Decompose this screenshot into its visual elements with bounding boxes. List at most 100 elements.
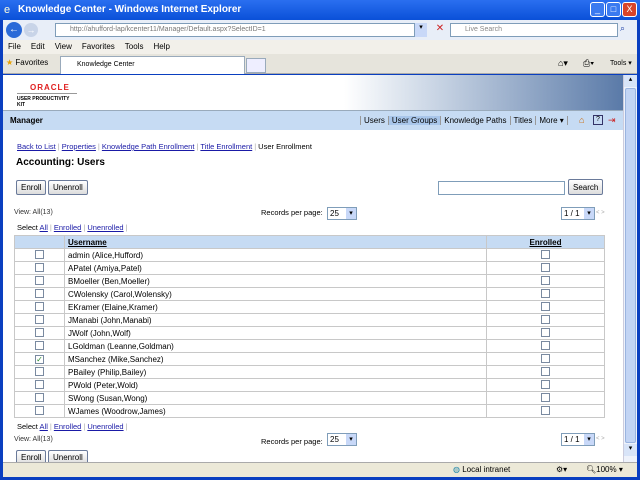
nav-user-groups[interactable]: User Groups: [387, 116, 441, 125]
enrolled-checkbox[interactable]: [541, 366, 550, 376]
select-unenrolled-link[interactable]: Unenrolled: [87, 422, 123, 431]
search-button[interactable]: Search: [568, 179, 604, 195]
properties-link[interactable]: Properties: [62, 142, 96, 151]
row-select-checkbox[interactable]: [35, 262, 44, 272]
unenroll-button[interactable]: Unenroll: [48, 180, 88, 195]
nav-users[interactable]: Users: [360, 116, 388, 125]
row-select-checkbox[interactable]: [35, 314, 44, 324]
nav-more[interactable]: More ▾: [535, 116, 568, 125]
knowledge-path-enrollment-link[interactable]: Knowledge Path Enrollment: [102, 142, 195, 151]
search-input[interactable]: [438, 181, 565, 195]
username-column-header[interactable]: Username: [64, 235, 487, 249]
enrolled-checkbox[interactable]: [541, 340, 550, 350]
logout-icon[interactable]: ⇥: [608, 115, 616, 126]
select-label: Select: [17, 223, 38, 232]
unenroll-button-bottom[interactable]: Unenroll: [48, 450, 88, 462]
nav-knowledge-paths[interactable]: Knowledge Paths: [440, 116, 510, 125]
enroll-button[interactable]: Enroll: [16, 180, 47, 195]
row-select-checkbox[interactable]: [35, 327, 44, 337]
home-icon[interactable]: ⌂▾: [558, 58, 568, 69]
enrolled-checkbox[interactable]: [541, 314, 550, 324]
menu-tools[interactable]: Tools: [125, 42, 144, 51]
row-select-cell: [14, 248, 65, 262]
row-select-checkbox[interactable]: [35, 392, 44, 402]
title-enrollment-link[interactable]: Title Enrollment: [200, 142, 252, 151]
maximize-button[interactable]: □: [606, 2, 621, 17]
row-select-checkbox[interactable]: [35, 288, 44, 298]
scroll-thumb[interactable]: [625, 88, 636, 443]
back-icon[interactable]: ←: [6, 22, 22, 38]
enrolled-checkbox[interactable]: [541, 392, 550, 402]
tools-button[interactable]: Tools ▾: [610, 59, 632, 67]
enrolled-checkbox[interactable]: [541, 353, 550, 363]
enrolled-checkbox[interactable]: [541, 275, 550, 285]
menu-view[interactable]: View: [55, 42, 72, 51]
address-bar-row: ← → http://ahufford-lap/kcenter11/Manage…: [3, 20, 637, 40]
enrolled-checkbox[interactable]: [541, 262, 550, 272]
tab-knowledge-center[interactable]: Knowledge Center: [60, 56, 245, 74]
row-select-checkbox[interactable]: [35, 366, 44, 376]
row-select-checkbox[interactable]: [35, 405, 44, 415]
search-go-icon[interactable]: ⌕: [620, 23, 634, 37]
row-select-checkbox[interactable]: ✓: [35, 354, 44, 364]
favorites-button[interactable]: ★ Favorites: [6, 58, 48, 67]
select-all-link[interactable]: All: [40, 422, 48, 431]
menu-file[interactable]: File: [8, 42, 21, 51]
zoom-control[interactable]: 🔍︎100% ▾: [586, 463, 623, 477]
row-select-cell: [14, 391, 65, 405]
username-cell: JWolf (John,Wolf): [64, 326, 487, 340]
enroll-button-bottom[interactable]: Enroll: [16, 450, 47, 462]
select-enrolled-link[interactable]: Enrolled: [54, 223, 82, 232]
enrolled-checkbox[interactable]: [541, 249, 550, 259]
refresh-icon[interactable]: [419, 23, 431, 37]
back-to-list-link[interactable]: Back to List: [17, 142, 56, 151]
select-all-link[interactable]: All: [40, 223, 48, 232]
live-search-input[interactable]: Live Search: [450, 23, 618, 37]
records-per-page-select-bottom[interactable]: 25 ▾: [327, 433, 357, 446]
enrolled-checkbox[interactable]: [541, 288, 550, 298]
chevron-down-icon: ▾: [584, 208, 594, 219]
username-cell: EKramer (Elaine,Kramer): [64, 300, 487, 314]
pager-arrows[interactable]: < >: [596, 210, 605, 216]
row-select-checkbox[interactable]: [35, 340, 44, 350]
nav-more-label: More: [539, 116, 558, 125]
row-select-checkbox[interactable]: [35, 249, 44, 259]
vertical-scrollbar[interactable]: ▴ ▾: [623, 75, 637, 462]
url-input[interactable]: http://ahufford-lap/kcenter11/Manager/De…: [55, 23, 415, 37]
new-tab-button[interactable]: [246, 58, 266, 73]
row-select-checkbox[interactable]: [35, 301, 44, 311]
menu-edit[interactable]: Edit: [31, 42, 45, 51]
enrolled-checkbox[interactable]: [541, 379, 550, 389]
select-enrolled-link[interactable]: Enrolled: [54, 422, 82, 431]
scroll-down-icon[interactable]: ▾: [624, 444, 637, 456]
scroll-up-icon[interactable]: ▴: [624, 75, 637, 87]
page-select-bottom[interactable]: 1 / 1 ▾: [561, 433, 595, 446]
close-button[interactable]: X: [622, 2, 637, 17]
forward-icon[interactable]: →: [24, 23, 38, 37]
enrolled-header-label[interactable]: Enrolled: [529, 238, 561, 247]
records-per-page-select[interactable]: 25 ▾: [327, 207, 357, 220]
subnav: Back to List | Properties | Knowledge Path E…: [17, 142, 312, 151]
protected-mode-icon[interactable]: ⚙▾: [556, 463, 567, 477]
menu-help[interactable]: Help: [153, 42, 169, 51]
enrolled-column-header[interactable]: Enrolled: [486, 235, 605, 249]
minimize-button[interactable]: _: [590, 2, 605, 17]
row-select-checkbox[interactable]: [35, 379, 44, 389]
enrolled-checkbox[interactable]: [541, 301, 550, 311]
row-select-cell: [14, 339, 65, 353]
print-icon[interactable]: ⎙▾: [583, 58, 594, 69]
pager-arrows-bottom[interactable]: < >: [596, 436, 605, 442]
page-select[interactable]: 1 / 1 ▾: [561, 207, 595, 220]
home-nav-icon[interactable]: ⌂: [579, 115, 584, 125]
nav-titles[interactable]: Titles: [509, 116, 536, 125]
enrolled-checkbox[interactable]: [541, 327, 550, 337]
enrolled-cell: [486, 378, 605, 392]
help-icon[interactable]: ?: [593, 115, 603, 125]
enrolled-checkbox[interactable]: [541, 405, 550, 415]
select-filter-bottom: Select All | Enrolled | Unenrolled |: [17, 422, 128, 431]
row-select-checkbox[interactable]: [35, 275, 44, 285]
menu-favorites[interactable]: Favorites: [82, 42, 115, 51]
stop-icon[interactable]: ✕: [433, 23, 447, 37]
select-unenrolled-link[interactable]: Unenrolled: [87, 223, 123, 232]
username-header-label[interactable]: Username: [68, 238, 107, 247]
